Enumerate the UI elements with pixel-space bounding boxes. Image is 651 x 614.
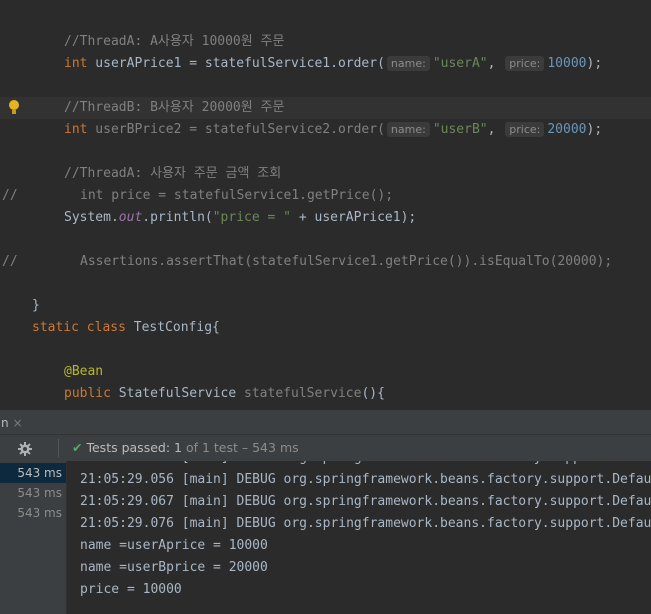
comment-thread-a-lookup: //ThreadA: 사용자 주문 금액 조회 xyxy=(64,166,282,181)
code-line: int userBPrice2 = statefulService2.order… xyxy=(0,119,651,141)
static-field-out: out xyxy=(118,210,143,225)
code-text: userAPrice1 = statefulService1.order( xyxy=(87,56,385,71)
console-line-partial: 21:05:29.050 [main] DEBUG org.springfram… xyxy=(80,461,651,469)
run-tab-bar: n × xyxy=(0,409,651,436)
test-toolbar: ✔ Tests passed: 1 of 1 test – 543 ms xyxy=(0,435,651,461)
string-literal: "price = " xyxy=(212,210,292,225)
string-literal: "userB" xyxy=(432,122,488,137)
code-line: static class TestConfig{ xyxy=(0,317,651,339)
keyword-int: int xyxy=(64,122,88,137)
console-line: 21:05:29.067 [main] DEBUG org.springfram… xyxy=(80,494,651,509)
test-status: ✔ Tests passed: 1 of 1 test – 543 ms xyxy=(72,435,299,461)
number-literal: 20000 xyxy=(547,122,587,137)
console-output[interactable]: 21:05:29.050 [main] DEBUG org.springfram… xyxy=(67,461,651,614)
test-duration-item[interactable]: 543 ms xyxy=(0,503,66,523)
comment-marker: // xyxy=(2,254,18,269)
type-name: StatefulService xyxy=(110,386,245,401)
code-text: System. xyxy=(64,210,119,225)
comment-thread-b-order: //ThreadB: B사용자 20000원 주문 xyxy=(64,100,285,115)
code-text: ); xyxy=(586,56,603,71)
code-line: //ThreadA: 사용자 주문 금액 조회 xyxy=(0,163,651,185)
code-text: + userAPrice1); xyxy=(291,210,417,225)
lightbulb-icon[interactable] xyxy=(9,100,19,114)
code-line: public StatefulService statefulService()… xyxy=(0,383,651,405)
closing-brace: } xyxy=(32,298,40,313)
code-line: System.out.println("price = " + userAPri… xyxy=(0,207,651,229)
run-tab[interactable]: n × xyxy=(0,410,23,436)
code-text: userBPrice2 = statefulService2.order( xyxy=(87,122,385,137)
code-line: @Bean xyxy=(0,361,651,383)
code-text: (){ xyxy=(361,386,385,401)
keyword-static-class: static class xyxy=(32,320,126,335)
commented-code: Assertions.assertThat(statefulService1.g… xyxy=(80,254,613,269)
console-line: name =userBprice = 20000 xyxy=(80,560,268,575)
check-icon: ✔ xyxy=(72,440,83,455)
param-hint-name: name: xyxy=(386,56,430,71)
test-duration-item[interactable]: 543 ms xyxy=(0,483,66,503)
code-text: , xyxy=(487,122,496,137)
commented-code: int price = statefulService1.getPrice(); xyxy=(80,188,394,203)
keyword-public: public xyxy=(64,386,111,401)
keyword-int: int xyxy=(64,56,88,71)
close-icon[interactable]: × xyxy=(13,416,23,430)
code-line-current: //ThreadB: B사용자 20000원 주문 xyxy=(0,97,651,119)
tests-passed-count: 1 xyxy=(170,440,182,455)
method-name: statefulService xyxy=(244,386,362,401)
toolbar-divider xyxy=(58,439,59,457)
code-line-commented: // Assertions.assertThat(statefulService… xyxy=(0,251,651,273)
gear-icon[interactable] xyxy=(18,441,32,456)
code-line: int userAPrice1 = statefulService1.order… xyxy=(0,53,651,75)
code-text: , xyxy=(487,56,496,71)
code-editor[interactable]: //ThreadA: A사용자 10000원 주문 int userAPrice… xyxy=(0,0,651,405)
code-line: //ThreadA: A사용자 10000원 주문 xyxy=(0,31,651,53)
code-text: .println( xyxy=(142,210,213,225)
annotation-bean: @Bean xyxy=(64,364,104,379)
console-line: price = 10000 xyxy=(80,582,182,597)
code-line-commented: // int price = statefulService1.getPrice… xyxy=(0,185,651,207)
param-hint-price: price: xyxy=(505,122,545,137)
console-line: 21:05:29.076 [main] DEBUG org.springfram… xyxy=(80,516,651,531)
param-hint-name: name: xyxy=(386,122,430,137)
test-tree-panel: 543 ms 543 ms 543 ms xyxy=(0,461,66,614)
code-text: ); xyxy=(586,122,603,137)
number-literal: 10000 xyxy=(547,56,587,71)
comment-marker: // xyxy=(2,188,18,203)
run-tab-label: n xyxy=(1,416,9,430)
console-line: 21:05:29.056 [main] DEBUG org.springfram… xyxy=(80,472,651,487)
tests-passed-label: Tests passed: xyxy=(86,440,171,455)
tests-total: of 1 test – 543 ms xyxy=(181,440,299,455)
test-duration-item[interactable]: 543 ms xyxy=(0,463,66,483)
console-line: name =userAprice = 10000 xyxy=(80,538,268,553)
string-literal: "userA" xyxy=(432,56,488,71)
class-name: TestConfig{ xyxy=(125,320,220,335)
code-line: } xyxy=(0,273,651,313)
comment-thread-a-order: //ThreadA: A사용자 10000원 주문 xyxy=(64,34,285,49)
param-hint-price: price: xyxy=(505,56,545,71)
